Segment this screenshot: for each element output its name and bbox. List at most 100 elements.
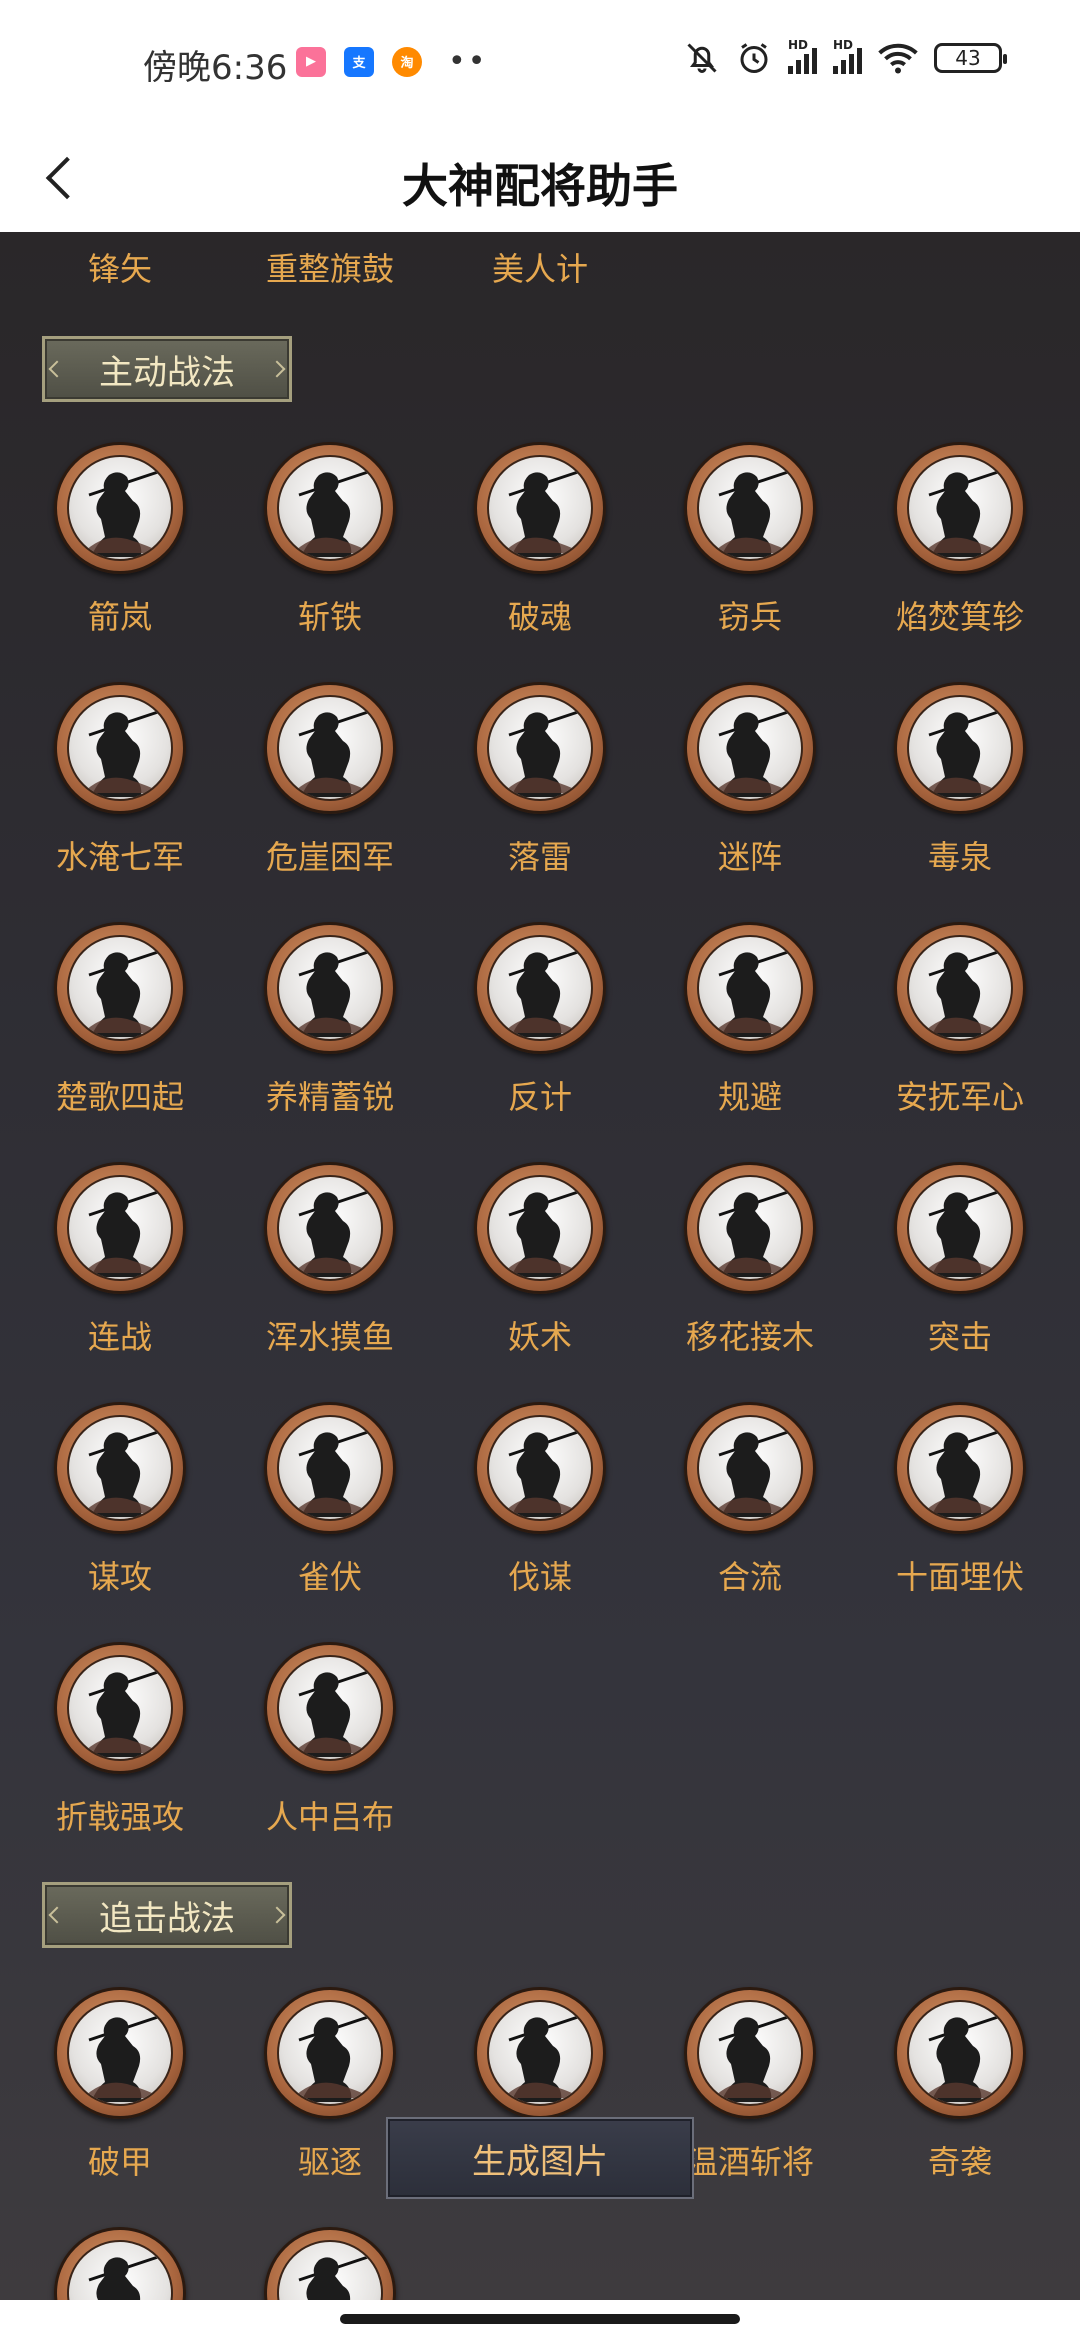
skill-label[interactable]: 锋矢 (15, 244, 225, 290)
skill-item[interactable]: 妖术 (435, 1162, 645, 1382)
skill-item[interactable]: 养精蓄锐 (225, 922, 435, 1142)
warrior-icon (503, 709, 583, 797)
skill-item[interactable]: 突击 (855, 1162, 1065, 1382)
warrior-icon (713, 709, 793, 797)
skill-label: 雀伏 (297, 1558, 362, 1596)
warrior-icon (293, 1669, 373, 1757)
warrior-icon (713, 469, 793, 557)
warrior-icon (503, 949, 583, 1037)
skill-label[interactable]: 美人计 (435, 244, 645, 290)
warrior-icon (503, 469, 583, 557)
skill-item[interactable]: 移花接木 (645, 1162, 855, 1382)
skill-item[interactable]: 安抚军心 (855, 922, 1065, 1142)
skill-item[interactable]: 浑水摸鱼 (225, 1162, 435, 1382)
app-header: 大神配将助手 (0, 130, 1080, 232)
taobao-icon: 淘 (392, 46, 422, 77)
bilibili-icon: ▶ (296, 46, 326, 77)
warrior-icon (503, 1429, 583, 1517)
skill-label: 楚歌四起 (55, 1078, 184, 1116)
skill-item[interactable]: 合流 (645, 1402, 855, 1622)
skill-portrait-icon (684, 442, 816, 574)
skill-portrait-icon (474, 442, 606, 574)
warrior-icon (713, 2014, 793, 2102)
skill-label: 水淹七军 (55, 838, 184, 876)
skill-label: 折戟强攻 (55, 1798, 184, 1836)
skill-label: 焰焚箕轸 (895, 598, 1024, 636)
warrior-icon (293, 2014, 373, 2102)
skill-portrait-icon (894, 1987, 1026, 2119)
skill-item[interactable]: 箭岚 (15, 442, 225, 662)
warrior-icon (713, 949, 793, 1037)
more-notifications-icon: •• (448, 44, 488, 79)
skill-item[interactable]: 斩铁 (225, 442, 435, 662)
skill-item[interactable]: 破甲 (15, 1987, 225, 2207)
skill-portrait-icon (54, 1162, 186, 1294)
skill-item[interactable]: 折戟强攻 (15, 1642, 225, 1862)
skill-label: 十面埋伏 (895, 1558, 1024, 1596)
skill-item[interactable]: 窃兵 (645, 442, 855, 662)
skill-item[interactable]: 谋攻 (15, 1402, 225, 1622)
skill-portrait-icon (684, 1987, 816, 2119)
skill-portrait-icon (894, 682, 1026, 814)
skill-item[interactable]: 水淹七军 (15, 682, 225, 902)
warrior-icon (293, 1429, 373, 1517)
content-area[interactable]: 锋矢 重整旗鼓 美人计 主动战法 箭岚 斩铁 破魂 窃兵 焰焚箕轸 水淹七军 危崖困军 落雷 迷… (0, 232, 1080, 2300)
skill-portrait-icon (684, 1162, 816, 1294)
skill-item[interactable]: 楚歌四起 (15, 922, 225, 1142)
warrior-icon (298, 2254, 372, 2300)
skill-item[interactable]: 雀伏 (225, 1402, 435, 1622)
skill-item[interactable]: 伐谋 (435, 1402, 645, 1622)
warrior-icon (923, 2014, 1003, 2102)
warrior-icon (293, 709, 373, 797)
warrior-icon (923, 1189, 1003, 1277)
battery-icon: 43 (934, 43, 1007, 73)
skill-label: 人中吕布 (265, 1798, 394, 1836)
home-indicator[interactable] (340, 2314, 740, 2324)
generate-image-button[interactable]: 生成图片 (386, 2117, 694, 2199)
section-header-pursuit: 追击战法 (42, 1882, 292, 1948)
skill-label: 谋攻 (87, 1558, 152, 1596)
skill-label: 浑水摸鱼 (265, 1318, 394, 1356)
warrior-icon (713, 1189, 793, 1277)
skill-item[interactable]: 破魂 (435, 442, 645, 662)
skill-item[interactable]: 规避 (645, 922, 855, 1142)
signal-icon-2: HD (833, 38, 862, 74)
skill-portrait-icon (264, 1642, 396, 1774)
skill-label: 毒泉 (927, 838, 992, 876)
alarm-icon (740, 43, 768, 73)
skill-item[interactable]: 危崖困军 (225, 682, 435, 902)
skill-item[interactable]: 焰焚箕轸 (855, 442, 1065, 662)
skill-label: 破甲 (87, 2143, 152, 2181)
warrior-icon (923, 469, 1003, 557)
skill-item[interactable]: 奇袭 (855, 1987, 1065, 2207)
skill-label: 箭岚 (87, 598, 152, 636)
skill-portrait-icon (474, 1402, 606, 1534)
skill-portrait-icon (54, 922, 186, 1054)
skill-item[interactable]: 连战 (15, 1162, 225, 1382)
skill-item[interactable]: 落雷 (435, 682, 645, 902)
warrior-icon (503, 1189, 583, 1277)
skill-item[interactable]: 十面埋伏 (855, 1402, 1065, 1622)
skill-label: 养精蓄锐 (265, 1078, 394, 1116)
skill-portrait-icon (264, 682, 396, 814)
status-right: HD HD 43 (684, 38, 1007, 76)
status-bar: 傍晚6:36 ▶ 支 淘 •• HD HD 43 (0, 0, 1080, 130)
skill-item[interactable] (225, 2227, 435, 2300)
skill-portrait-icon (54, 2227, 186, 2300)
skill-item[interactable]: 迷阵 (645, 682, 855, 902)
skill-item[interactable]: 反计 (435, 922, 645, 1142)
skill-label[interactable]: 重整旗鼓 (225, 244, 435, 290)
skill-portrait-icon (54, 1987, 186, 2119)
skill-portrait-icon (54, 442, 186, 574)
skill-label: 规避 (717, 1078, 782, 1116)
warrior-icon (83, 1429, 163, 1517)
warrior-icon (923, 1429, 1003, 1517)
warrior-icon (293, 1189, 373, 1277)
skill-item[interactable]: 人中吕布 (225, 1642, 435, 1862)
skill-item[interactable]: 毒泉 (855, 682, 1065, 902)
skill-portrait-icon (54, 1402, 186, 1534)
warrior-icon (923, 949, 1003, 1037)
warrior-icon (83, 469, 163, 557)
skill-label: 妖术 (507, 1318, 572, 1356)
skill-item[interactable] (15, 2227, 225, 2300)
